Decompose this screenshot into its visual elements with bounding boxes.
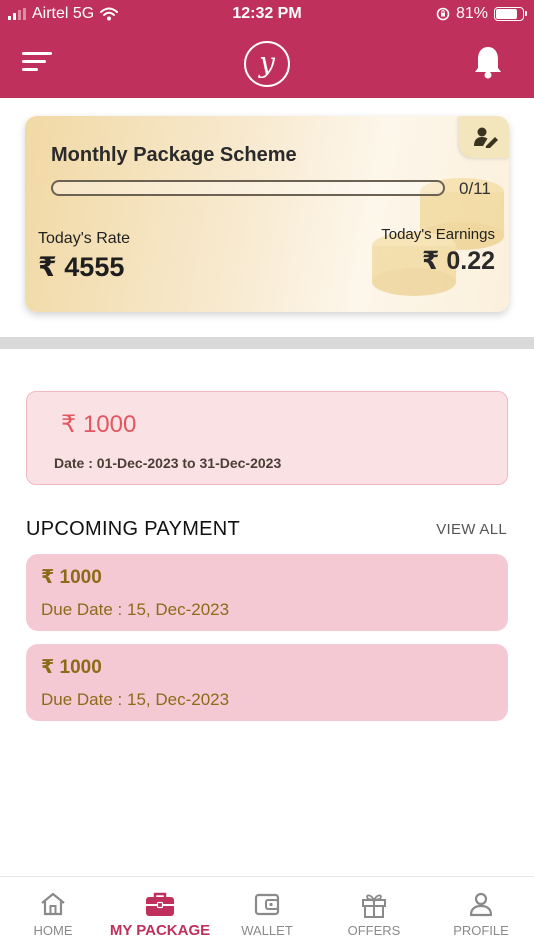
current-plan-card[interactable]: ₹ 1000 Date : 01-Dec-2023 to 31-Dec-2023 [26,391,508,485]
wallet-icon [254,893,280,916]
plan-amount: ₹ 1000 [61,411,137,438]
nav-wallet-label: WALLET [241,923,293,938]
plan-date-range: Date : 01-Dec-2023 to 31-Dec-2023 [54,455,282,471]
package-title: Monthly Package Scheme [51,144,297,166]
user-edit-icon [474,127,498,148]
person-icon [469,892,493,917]
payment-amount: ₹ 1000 [41,567,102,588]
view-all-link[interactable]: VIEW ALL [436,521,507,538]
battery-percent: 81% [455,5,488,22]
bottom-navigation: HOME MY PACKAGE WALLET OFFERS PROFILE [0,876,534,950]
status-bar: Airtel 5G 12:32 PM 81% [0,0,534,30]
nav-home[interactable]: HOME [0,877,106,950]
todays-rate-label: Today's Rate [38,230,130,247]
section-divider [0,337,534,349]
nav-profile[interactable]: PROFILE [428,877,534,950]
nav-my-package-label: MY PACKAGE [109,922,211,939]
payment-amount: ₹ 1000 [41,657,102,678]
home-icon [41,892,65,916]
nav-home-label: HOME [33,923,73,938]
package-progress-text: 0/11 [459,179,491,198]
nav-offers[interactable]: OFFERS [321,877,427,950]
payment-due-date: Due Date : 15, Dec-2023 [41,600,230,619]
upcoming-payment-title: UPCOMING PAYMENT [26,518,241,540]
upcoming-payment-item[interactable]: ₹ 1000 Due Date : 15, Dec-2023 [26,644,508,721]
package-progress-bar [51,180,445,196]
briefcase-icon [146,892,174,916]
package-card: Monthly Package Scheme 0/11 Today's Rate… [25,116,509,312]
todays-rate-value: ₹ 4555 [38,252,125,282]
payment-due-date: Due Date : 15, Dec-2023 [41,690,230,709]
nav-profile-label: PROFILE [453,923,509,938]
upcoming-payment-item[interactable]: ₹ 1000 Due Date : 15, Dec-2023 [26,554,508,631]
gift-icon [362,894,386,918]
nav-my-package[interactable]: MY PACKAGE [107,877,213,950]
bell-icon[interactable] [472,44,504,80]
app-header: Airtel 5G 12:32 PM 81% y [0,0,534,98]
todays-earnings-value: ₹ 0.22 [422,247,495,275]
app-logo: y [244,41,290,87]
menu-button[interactable] [22,52,54,74]
todays-earnings-label: Today's Earnings [381,226,495,243]
orientation-lock-icon [436,7,450,21]
nav-offers-label: OFFERS [347,923,401,938]
battery-icon [494,7,527,21]
nav-wallet[interactable]: WALLET [214,877,320,950]
edit-profile-button[interactable] [459,116,509,158]
